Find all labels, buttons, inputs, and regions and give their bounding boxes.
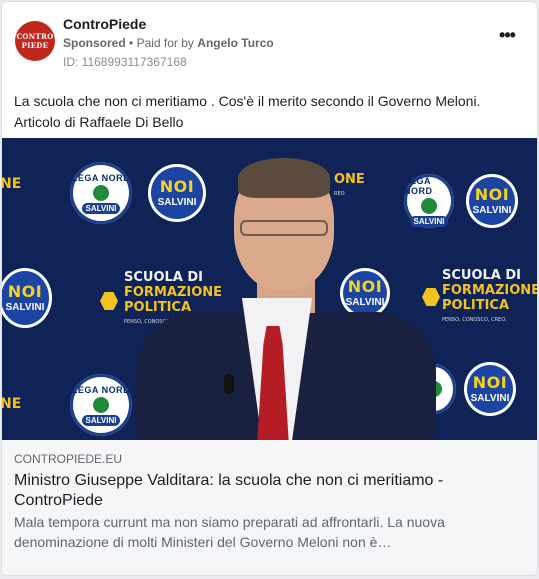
person-hair (238, 158, 330, 198)
avatar-line-2: PIEDE (21, 41, 49, 50)
scuola-fragment-top: ONE REO. (334, 172, 365, 202)
noi-logo-text: NOI (159, 177, 195, 196)
backdrop-fragment-ne-2: NE (2, 396, 22, 412)
sponsor-meta: Sponsored • Paid for by Angelo Turco (63, 36, 274, 50)
alberto-da-giussano-icon-3 (421, 197, 437, 214)
ad-card: CONTRO PIEDE ControPiede Sponsored • Pai… (1, 1, 538, 576)
scuola-line-2: FORMAZIONE (124, 285, 223, 300)
paid-for-label: Paid for by (136, 36, 194, 50)
noi-salvini-logo-center: NOI SALVINI (340, 268, 390, 318)
avatar-line-1: CONTRO (16, 32, 54, 41)
alberto-da-giussano-icon-2 (93, 396, 109, 413)
microphone-icon (224, 374, 234, 394)
noi-salvini-logo-right-2: NOI SALVINI (464, 362, 516, 416)
link-description: Mala tempora currunt ma non siamo prepar… (14, 514, 445, 550)
lega-nord-logo: LEGA NORD SALVINI (70, 162, 132, 224)
backdrop-fragment-ne: NE (2, 176, 22, 192)
alberto-da-giussano-icon (93, 184, 109, 201)
noi-logo-text-right-2: NOI (472, 373, 508, 392)
page-name-link[interactable]: ControPiede (63, 16, 146, 32)
noi-fragment-text: NOI (7, 282, 43, 301)
fragment-reo: REO. (334, 191, 346, 197)
scuola-line-2-right: FORMAZIONE (442, 283, 538, 298)
hexagon-icon-right (422, 288, 440, 306)
post-text: La scuola che non ci meritiamo . Cos'è i… (14, 93, 481, 130)
ad-id: ID: 1168993117367168 (63, 55, 187, 69)
scuola-line-3-right: POLITICA (442, 298, 510, 313)
noi-logo-salvini-center: SALVINI (345, 297, 385, 308)
lega-nord-logo-bottom: LEGA NORD SALVINI (70, 374, 132, 436)
link-preview[interactable]: CONTROPIEDE.EU Ministro Giuseppe Valdita… (2, 440, 537, 575)
post-image[interactable]: NE LEGA NORD SALVINI NOI SALVINI NOI SAL… (2, 138, 538, 440)
payer-name: Angelo Turco (197, 36, 274, 50)
link-title[interactable]: Ministro Giuseppe Valditara: la scuola c… (14, 471, 514, 511)
lega-logo-salvini-2: SALVINI (81, 414, 121, 426)
scuola-formazione-text-right: SCUOLA DI FORMAZIONE POLITICA PENSO, CON… (442, 268, 538, 328)
noi-logo-salvini-right-2: SALVINI (470, 393, 510, 404)
noi-logo-salvini-right: SALVINI (472, 205, 512, 216)
scuola-tagline-right: PENSO, CONOSCO, CREO. (442, 317, 507, 323)
post-header: CONTRO PIEDE ControPiede Sponsored • Pai… (2, 2, 537, 82)
noi-salvini-logo-right: NOI SALVINI (466, 174, 518, 228)
page-avatar[interactable]: CONTRO PIEDE (15, 21, 55, 61)
glasses-icon (240, 220, 328, 236)
fragment-one: ONE (334, 172, 365, 187)
lega-nord-logo-right: LEGA NORD SALVINI (404, 174, 454, 228)
noi-fragment-salvini: SALVINI (5, 302, 45, 313)
lega-logo-text-2: LEGA NORD (71, 384, 131, 395)
scuola-line-1: SCUOLA DI (124, 270, 204, 285)
noi-logo-salvini: SALVINI (157, 197, 197, 208)
scuola-line-1-right: SCUOLA DI (442, 268, 522, 283)
noi-salvini-logo: NOI SALVINI (148, 164, 206, 222)
lega-logo-salvini: SALVINI (81, 202, 121, 214)
noi-logo-text-right: NOI (474, 185, 510, 204)
link-domain: CONTROPIEDE.EU (14, 452, 123, 466)
meta-separator: • (129, 36, 134, 50)
hexagon-icon (100, 292, 118, 310)
sponsored-label: Sponsored (63, 36, 126, 50)
lega-logo-text-3: LEGA NORD (404, 175, 433, 196)
lega-logo-text: LEGA NORD (71, 172, 131, 183)
noi-logo-text-center: NOI (347, 277, 383, 296)
more-options-icon[interactable]: ••• (495, 26, 519, 50)
noi-salvini-logo-left: NOI SALVINI (2, 268, 52, 328)
lega-logo-salvini-3: SALVINI (409, 215, 449, 227)
